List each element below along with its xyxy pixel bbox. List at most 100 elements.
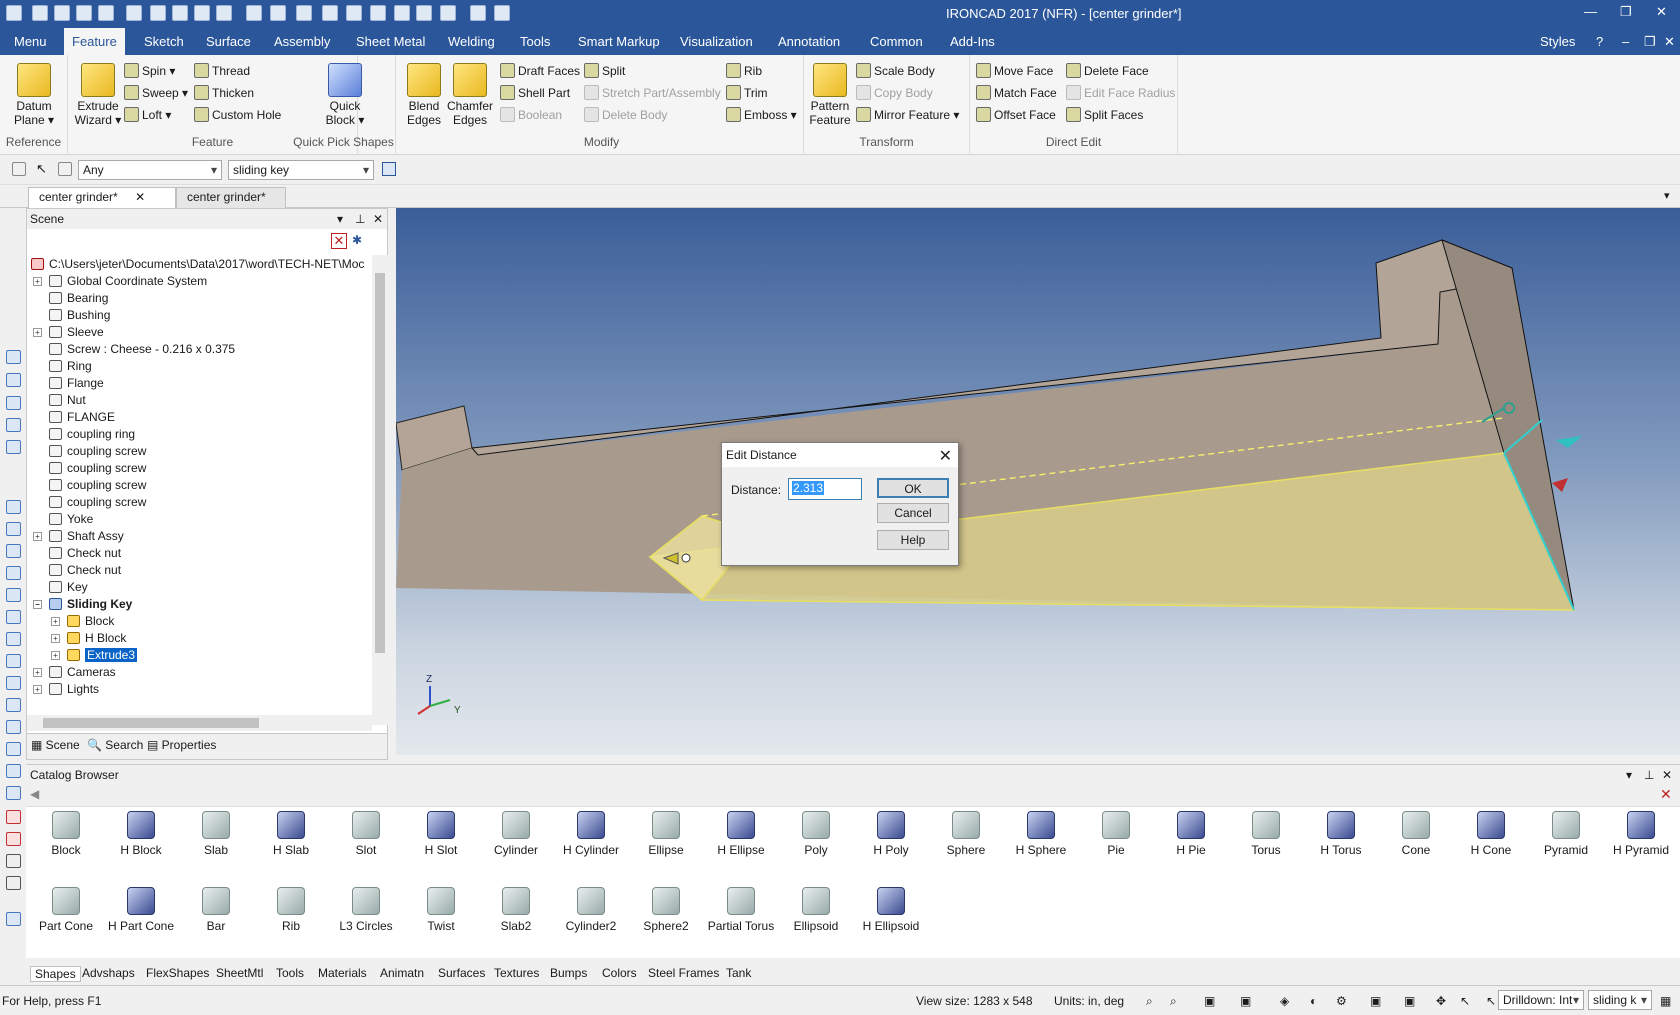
orient-tool-icon[interactable]	[6, 610, 21, 624]
catalog-item[interactable]: Ellipse	[628, 811, 704, 857]
catalog-item[interactable]: Slot	[328, 811, 404, 857]
display-mode-icon[interactable]: ▣	[1370, 994, 1381, 1008]
expand-icon[interactable]: +	[33, 328, 42, 337]
tree-item[interactable]: + Block	[51, 612, 114, 630]
tree-item[interactable]: Key	[33, 578, 88, 596]
shell-part-button[interactable]: Shell Part	[500, 83, 570, 103]
back-arrow-icon[interactable]: ◀	[30, 787, 39, 801]
tree-horizontal-scrollbar[interactable]	[27, 715, 372, 731]
close-doc-icon[interactable]	[76, 5, 92, 21]
catalog-item[interactable]: Cylinder	[478, 811, 554, 857]
zoom-icon[interactable]: ⌕	[1146, 994, 1153, 1009]
delete-icon[interactable]: ✕	[1660, 786, 1672, 803]
tree-item[interactable]: Check nut	[33, 561, 121, 579]
cut-icon[interactable]	[246, 5, 262, 21]
expand-icon[interactable]: +	[51, 617, 60, 626]
stretch-button[interactable]: Stretch Part/Assembly	[584, 83, 721, 103]
tab-smart-markup[interactable]: Smart Markup	[570, 28, 668, 55]
doc-tab[interactable]: center grinder*	[176, 187, 286, 208]
measure-tool-icon[interactable]	[6, 854, 21, 868]
expand-icon[interactable]: +	[33, 685, 42, 694]
tree-item[interactable]: coupling ring	[33, 425, 135, 443]
tree-item[interactable]: + H Block	[51, 629, 126, 647]
view-tool-icon[interactable]	[6, 418, 21, 432]
doc-close-icon[interactable]: ✕	[1656, 28, 1680, 55]
pin-icon[interactable]: ⊥	[355, 209, 365, 229]
scene-tab-scene[interactable]: ▦ Scene	[31, 738, 80, 752]
catalog-tab[interactable]: Advshaps	[82, 966, 135, 980]
catalog-item[interactable]: H Cone	[1453, 811, 1529, 857]
catalog-item[interactable]: H Part Cone	[103, 887, 179, 933]
options-icon[interactable]	[494, 5, 510, 21]
tree-icon[interactable]	[382, 162, 396, 176]
help-button[interactable]: Help	[877, 530, 949, 550]
selection-combo[interactable]: sliding k	[1588, 990, 1652, 1010]
camera-mode-icon[interactable]: ⚙	[1336, 994, 1347, 1008]
sweep-button[interactable]: Sweep ▾	[124, 83, 188, 103]
paste-icon[interactable]	[270, 5, 286, 21]
catalog-tab[interactable]: Tools	[276, 966, 304, 980]
expand-icon[interactable]: +	[33, 532, 42, 541]
view-tool-icon[interactable]	[6, 440, 21, 454]
tree-item[interactable]: Screw : Cheese - 0.216 x 0.375	[33, 340, 235, 358]
tab-add-ins[interactable]: Add-Ins	[942, 28, 1003, 55]
tree-item[interactable]: coupling screw	[33, 442, 146, 460]
distance-input[interactable]: 2.313	[788, 478, 862, 500]
tree-item[interactable]: Check nut	[33, 544, 121, 562]
catalog-item[interactable]: H Ellipse	[703, 811, 779, 857]
triball-icon[interactable]	[370, 5, 386, 21]
ribbon-minimize-icon[interactable]: –	[1614, 28, 1637, 55]
open-icon[interactable]	[54, 5, 70, 21]
restore-icon[interactable]: ❐	[1620, 4, 1632, 20]
wizard-icon[interactable]: ✱	[349, 233, 365, 249]
styles-menu[interactable]: Styles	[1532, 28, 1583, 55]
catalog-tab[interactable]: Steel Frames	[648, 966, 719, 980]
tab-tools[interactable]: Tools	[512, 28, 558, 55]
tree-item[interactable]: coupling screw	[33, 459, 146, 477]
catalog-item[interactable]: H Pyramid	[1603, 811, 1679, 857]
orient-tool-icon[interactable]	[6, 588, 21, 602]
catalog-item[interactable]: Rib	[253, 887, 329, 933]
catalog-item[interactable]: Ellipsoid	[778, 887, 854, 933]
catalog-tab[interactable]: Animatn	[380, 966, 424, 980]
catalog-item[interactable]: Slab	[178, 811, 254, 857]
tab-common[interactable]: Common	[862, 28, 931, 55]
trim-button[interactable]: Trim	[726, 83, 768, 103]
tab-feature[interactable]: Feature	[64, 28, 125, 55]
catalog-item[interactable]: L3 Circles	[328, 887, 404, 933]
cursor-icon[interactable]: ↖	[36, 161, 47, 177]
pointer-icon[interactable]: ↖	[1460, 994, 1470, 1008]
app-icon[interactable]	[6, 5, 22, 21]
tree-item[interactable]: Yoke	[33, 510, 93, 528]
annotation-tool-icon[interactable]	[6, 912, 21, 926]
orient-tool-icon[interactable]	[6, 698, 21, 712]
view-tool-icon[interactable]	[6, 350, 21, 364]
delete-icon[interactable]: ✕	[331, 233, 347, 249]
new-icon[interactable]	[32, 5, 48, 21]
render-icon[interactable]	[346, 5, 362, 21]
scale-body-button[interactable]: Scale Body	[856, 61, 935, 81]
tab-menu[interactable]: Menu	[6, 28, 55, 55]
filter-combo[interactable]: Any	[78, 160, 222, 180]
tab-sketch[interactable]: Sketch	[136, 28, 192, 55]
expand-icon[interactable]: +	[33, 277, 42, 286]
dialog-close-icon[interactable]: ✕	[939, 445, 952, 469]
tree-item[interactable]: Bushing	[33, 306, 110, 324]
catalog-tab[interactable]: FlexShapes	[146, 966, 209, 980]
catalog-item[interactable]: Slab2	[478, 887, 554, 933]
thicken-button[interactable]: Thicken	[194, 83, 254, 103]
filter-icon[interactable]	[12, 162, 26, 176]
catalog-item[interactable]: H Cylinder	[553, 811, 629, 857]
orient-tool-icon[interactable]	[6, 632, 21, 646]
measure-tool-icon[interactable]	[6, 876, 21, 890]
catalog-tab[interactable]: SheetMtl	[216, 966, 263, 980]
view-cube-icon[interactable]: ▣	[1204, 994, 1215, 1008]
save-icon[interactable]	[98, 5, 114, 21]
tab-surface[interactable]: Surface	[198, 28, 259, 55]
custom-hole-button[interactable]: Custom Hole	[194, 105, 281, 125]
tree-item[interactable]: Nut	[33, 391, 86, 409]
orient-tool-icon[interactable]	[6, 786, 21, 800]
tree-item[interactable]: + Sleeve	[33, 323, 104, 341]
view-tool-icon[interactable]	[6, 396, 21, 410]
help-icon[interactable]	[470, 5, 486, 21]
